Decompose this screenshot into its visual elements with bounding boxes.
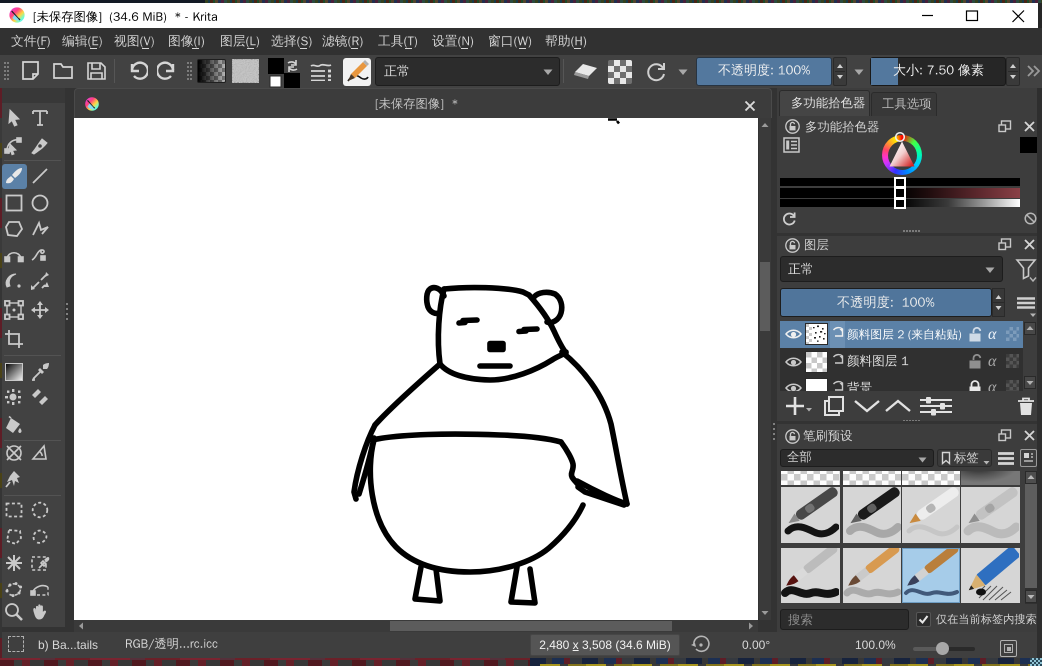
svg-text:α: α [988, 326, 997, 342]
svg-text:α: α [988, 379, 997, 391]
svg-text:α: α [988, 353, 997, 369]
